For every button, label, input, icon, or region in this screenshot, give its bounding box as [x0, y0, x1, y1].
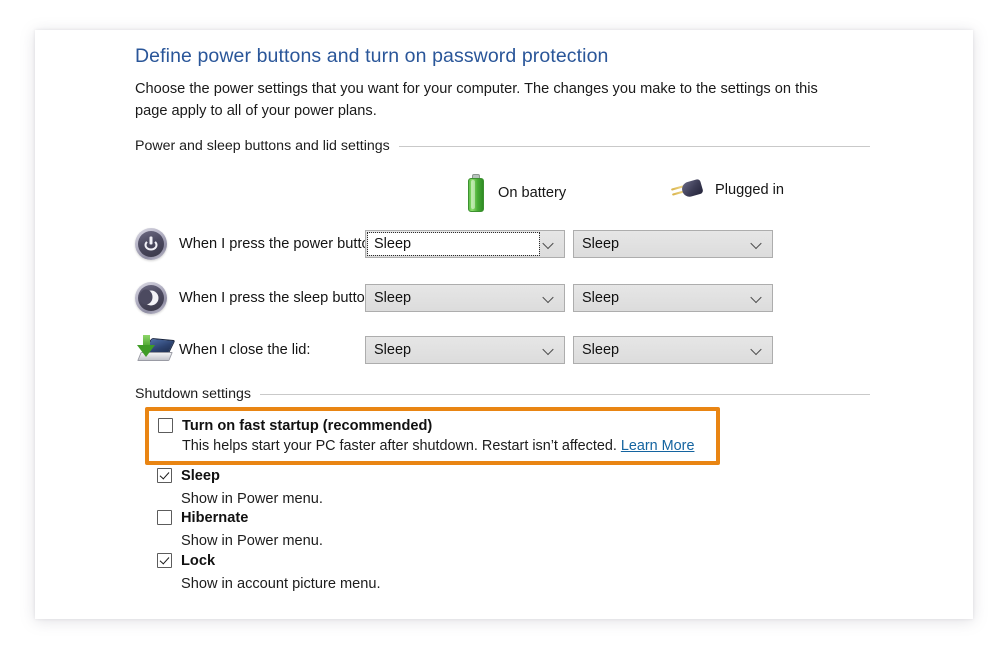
fast-startup-description: This helps start your PC faster after sh…	[182, 438, 708, 454]
plug-icon	[670, 177, 704, 203]
lock-option-description: Show in account picture menu.	[181, 576, 381, 592]
page-description: Choose the power settings that you want …	[135, 81, 818, 119]
group-header-power-sleep: Power and sleep buttons and lid settings	[135, 138, 870, 154]
setting-label-sleep-button: When I press the sleep button:	[179, 290, 377, 306]
group-header-shutdown-label: Shutdown settings	[135, 386, 251, 402]
group-header-rule	[259, 393, 870, 395]
chevron-down-icon	[751, 293, 762, 304]
chevron-down-icon	[543, 239, 554, 250]
setting-row-sleep-button: When I press the sleep button: Sleep Sle…	[135, 278, 875, 318]
hibernate-option-description: Show in Power menu.	[181, 533, 323, 549]
column-headers: On battery Plugged in	[135, 173, 875, 219]
dropdown-close-lid-on-battery-value: Sleep	[374, 342, 412, 358]
sleep-option-checkbox[interactable]	[157, 468, 172, 483]
power-button-icon-slot	[135, 228, 179, 260]
chevron-down-icon	[543, 293, 554, 304]
learn-more-link[interactable]: Learn More	[621, 438, 695, 454]
column-header-plugged-in-label: Plugged in	[715, 182, 784, 198]
dropdown-sleep-button-on-battery-value: Sleep	[374, 290, 412, 306]
group-header-rule	[398, 145, 870, 147]
dropdown-power-button-plugged-in-value: Sleep	[582, 236, 620, 252]
shutdown-option-lock[interactable]: Lock	[157, 553, 215, 569]
setting-row-power-button: When I press the power button: Sleep Sle…	[135, 224, 875, 264]
fast-startup-label: Turn on fast startup (recommended)	[182, 418, 433, 434]
fast-startup-checkbox[interactable]	[158, 418, 173, 433]
group-header-shutdown: Shutdown settings	[135, 386, 870, 402]
dropdown-power-button-on-battery-value: Sleep	[374, 236, 412, 252]
shutdown-option-sleep[interactable]: Sleep	[157, 468, 220, 484]
battery-icon	[465, 173, 487, 213]
close-lid-icon	[135, 333, 176, 367]
sleep-option-description: Show in Power menu.	[181, 491, 323, 507]
fast-startup-row[interactable]: Turn on fast startup (recommended)	[158, 418, 708, 434]
sleep-button-icon-slot	[135, 282, 179, 314]
fast-startup-description-text: This helps start your PC faster after sh…	[182, 438, 621, 454]
setting-label-power-button: When I press the power button:	[179, 236, 382, 252]
close-lid-icon-slot	[135, 333, 179, 367]
power-button-icon	[135, 228, 167, 260]
dropdown-sleep-button-plugged-in-value: Sleep	[582, 290, 620, 306]
lock-option-label: Lock	[181, 553, 216, 569]
dropdown-close-lid-plugged-in[interactable]: Sleep	[573, 336, 773, 364]
fast-startup-highlight-box: Turn on fast startup (recommended) This …	[145, 407, 720, 465]
dropdown-power-button-plugged-in[interactable]: Sleep	[573, 230, 773, 258]
column-header-on-battery: On battery	[465, 173, 566, 213]
dropdown-close-lid-plugged-in-value: Sleep	[582, 342, 620, 358]
column-header-plugged-in: Plugged in	[670, 177, 784, 203]
screen-root: Define power buttons and turn on passwor…	[0, 0, 1007, 653]
page-title: Define power buttons and turn on passwor…	[135, 45, 609, 67]
chevron-down-icon	[751, 345, 762, 356]
group-header-power-sleep-label: Power and sleep buttons and lid settings	[135, 138, 390, 154]
dropdown-sleep-button-on-battery[interactable]: Sleep	[365, 284, 565, 312]
dropdown-close-lid-on-battery[interactable]: Sleep	[365, 336, 565, 364]
column-header-on-battery-label: On battery	[498, 185, 567, 201]
fast-startup-option: Turn on fast startup (recommended) This …	[158, 418, 708, 454]
settings-card: Define power buttons and turn on passwor…	[35, 30, 973, 619]
chevron-down-icon	[543, 345, 554, 356]
hibernate-option-label: Hibernate	[181, 510, 249, 526]
setting-label-close-lid: When I close the lid:	[179, 342, 311, 358]
dropdown-power-button-on-battery[interactable]: Sleep	[365, 230, 565, 258]
chevron-down-icon	[751, 239, 762, 250]
shutdown-option-hibernate[interactable]: Hibernate	[157, 510, 248, 526]
dropdown-sleep-button-plugged-in[interactable]: Sleep	[573, 284, 773, 312]
sleep-button-icon	[135, 282, 167, 314]
setting-row-close-lid: When I close the lid: Sleep Sleep	[135, 330, 875, 370]
hibernate-option-checkbox[interactable]	[157, 510, 172, 525]
sleep-option-label: Sleep	[181, 468, 220, 484]
lock-option-checkbox[interactable]	[157, 553, 172, 568]
